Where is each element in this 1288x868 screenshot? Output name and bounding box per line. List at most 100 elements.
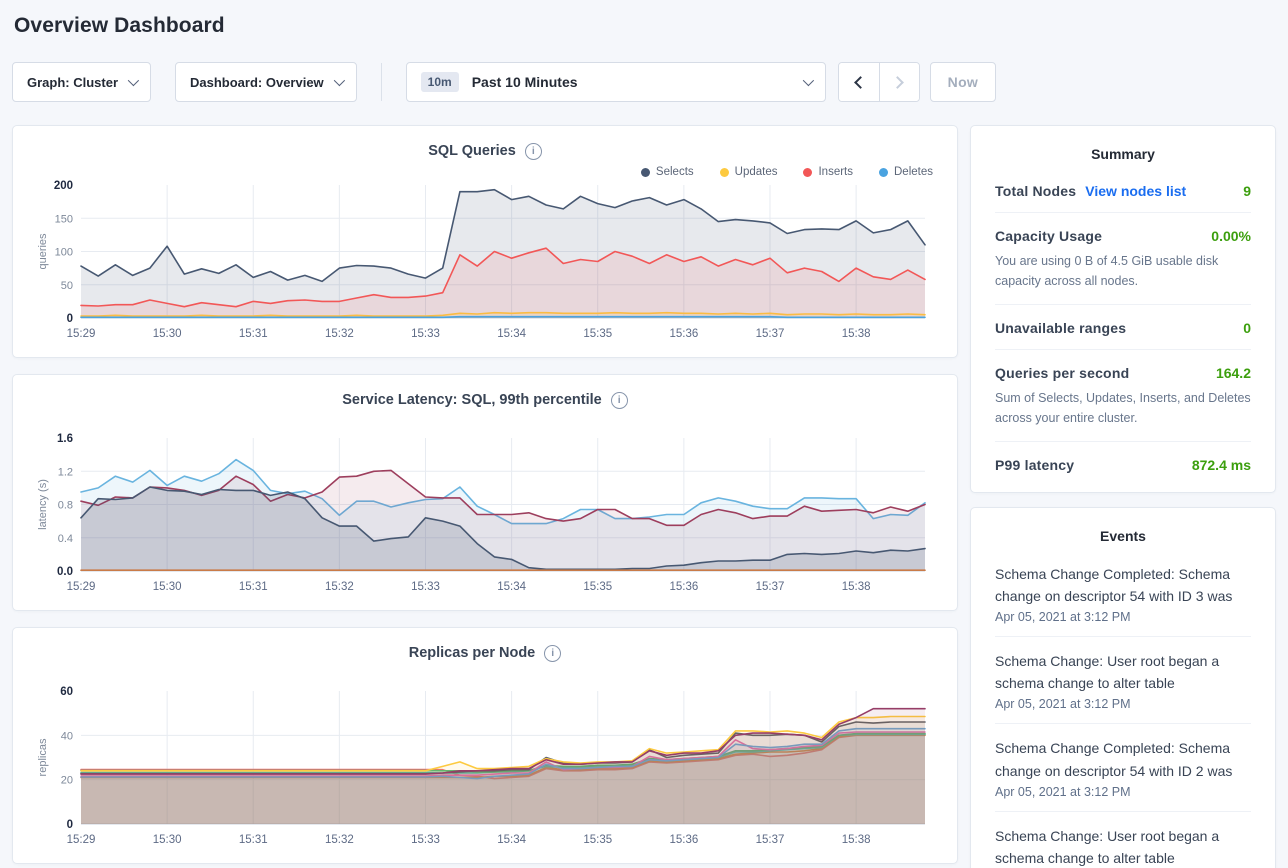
summary-row-unavailable-ranges: Unavailable ranges 0: [995, 304, 1251, 349]
summary-description: Sum of Selects, Updates, Inserts, and De…: [995, 388, 1251, 428]
event-list-item[interactable]: Schema Change Completed: Schema change o…: [995, 550, 1251, 636]
svg-text:40: 40: [61, 730, 73, 742]
svg-text:15:32: 15:32: [325, 834, 354, 846]
svg-text:1.2: 1.2: [58, 466, 73, 478]
svg-text:15:31: 15:31: [239, 328, 268, 340]
summary-title: Summary: [995, 136, 1251, 168]
previous-time-button[interactable]: [839, 63, 879, 101]
page-title: Overview Dashboard: [12, 0, 1276, 38]
svg-text:0.8: 0.8: [58, 500, 73, 512]
time-range-label: Past 10 Minutes: [472, 74, 578, 90]
summary-label: Total Nodes: [995, 183, 1076, 199]
summary-label: Queries per second: [995, 365, 1129, 381]
event-text: Schema Change Completed: Schema change o…: [995, 563, 1251, 607]
svg-text:15:32: 15:32: [325, 581, 354, 593]
view-nodes-list-link[interactable]: View nodes list: [1085, 183, 1186, 199]
svg-text:15:33: 15:33: [411, 581, 440, 593]
legend-label: Selects: [656, 166, 694, 178]
chevron-down-icon: [802, 75, 813, 86]
event-text: Schema Change: User root began a schema …: [995, 650, 1251, 694]
dashboard-dropdown[interactable]: Dashboard: Overview: [175, 62, 357, 102]
event-timestamp: Apr 05, 2021 at 3:12 PM: [995, 610, 1251, 624]
chevron-down-icon: [128, 75, 139, 86]
now-button[interactable]: Now: [930, 62, 996, 102]
svg-text:15:30: 15:30: [153, 834, 182, 846]
legend-dot-icon: [879, 168, 888, 177]
next-time-button[interactable]: [879, 63, 919, 101]
svg-text:20: 20: [61, 775, 73, 787]
replicas-per-node-chart[interactable]: 020406015:2915:3015:3115:3215:3315:3415:…: [33, 686, 933, 848]
svg-text:15:31: 15:31: [239, 581, 268, 593]
svg-text:0: 0: [67, 313, 73, 325]
legend-item-selects[interactable]: Selects: [641, 164, 694, 180]
legend-label: Deletes: [894, 166, 933, 178]
toolbar-divider: [381, 63, 382, 101]
chevron-right-icon: [891, 76, 904, 89]
svg-text:15:31: 15:31: [239, 834, 268, 846]
summary-label: P99 latency: [995, 457, 1074, 473]
svg-text:15:34: 15:34: [497, 328, 526, 340]
event-list-item[interactable]: Schema Change Completed: Schema change o…: [995, 723, 1251, 810]
info-icon[interactable]: i: [611, 392, 628, 409]
svg-text:15:33: 15:33: [411, 834, 440, 846]
legend-item-deletes[interactable]: Deletes: [879, 164, 933, 180]
summary-row-capacity-usage: Capacity Usage 0.00% You are using 0 B o…: [995, 212, 1251, 304]
legend-label: Inserts: [818, 166, 853, 178]
svg-text:15:35: 15:35: [583, 328, 612, 340]
svg-text:15:36: 15:36: [669, 834, 698, 846]
svg-text:15:33: 15:33: [411, 328, 440, 340]
dashboard-dropdown-label: Dashboard: Overview: [190, 75, 324, 90]
svg-text:100: 100: [55, 247, 73, 259]
summary-label: Capacity Usage: [995, 228, 1102, 244]
chevron-down-icon: [333, 75, 344, 86]
svg-text:0.0: 0.0: [57, 566, 73, 578]
event-timestamp: Apr 05, 2021 at 3:12 PM: [995, 697, 1251, 711]
info-icon[interactable]: i: [544, 645, 561, 662]
svg-text:15:29: 15:29: [67, 581, 96, 593]
events-panel: Events Schema Change Completed: Schema c…: [970, 507, 1276, 868]
svg-text:15:36: 15:36: [669, 328, 698, 340]
svg-text:15:30: 15:30: [153, 581, 182, 593]
summary-row-p99-latency: P99 latency 872.4 ms: [995, 441, 1251, 486]
svg-text:15:37: 15:37: [756, 581, 785, 593]
svg-text:15:38: 15:38: [842, 581, 871, 593]
svg-text:200: 200: [54, 180, 73, 192]
charts-column: SQL Queries i Selects Updates Inserts: [12, 125, 958, 868]
graph-dropdown[interactable]: Graph: Cluster: [12, 62, 151, 102]
svg-text:latency (s): latency (s): [37, 479, 49, 530]
svg-text:15:36: 15:36: [669, 581, 698, 593]
overview-dashboard-page: Overview Dashboard Graph: Cluster Dashbo…: [0, 0, 1288, 868]
sql-queries-chart[interactable]: 05010015020015:2915:3015:3115:3215:3315:…: [33, 180, 933, 342]
info-icon[interactable]: i: [525, 143, 542, 160]
chart-legend: Selects Updates Inserts Deletes: [33, 164, 933, 180]
svg-text:15:29: 15:29: [67, 834, 96, 846]
content: SQL Queries i Selects Updates Inserts: [12, 125, 1276, 868]
svg-text:15:38: 15:38: [842, 834, 871, 846]
svg-text:50: 50: [61, 280, 73, 292]
chart-title: SQL Queries: [428, 143, 516, 159]
sql-queries-chart-card: SQL Queries i Selects Updates Inserts: [12, 125, 958, 358]
event-text: Schema Change Completed: Schema change o…: [995, 737, 1251, 781]
legend-dot-icon: [641, 168, 650, 177]
summary-row-queries-per-second: Queries per second 164.2 Sum of Selects,…: [995, 349, 1251, 441]
summary-row-total-nodes: Total Nodes View nodes list 9: [995, 168, 1251, 212]
chevron-left-icon: [854, 76, 867, 89]
summary-panel: Summary Total Nodes View nodes list 9 Ca…: [970, 125, 1276, 493]
service-latency-chart-card: Service Latency: SQL, 99th percentile i …: [12, 374, 958, 611]
event-list-item[interactable]: Schema Change: User root began a schema …: [995, 811, 1251, 868]
event-text: Schema Change: User root began a schema …: [995, 825, 1251, 868]
svg-text:15:37: 15:37: [756, 834, 785, 846]
summary-value: 0: [1243, 320, 1251, 336]
svg-text:0.4: 0.4: [58, 533, 73, 545]
svg-text:15:30: 15:30: [153, 328, 182, 340]
chart-title: Service Latency: SQL, 99th percentile: [342, 392, 602, 408]
time-range-selector[interactable]: 10m Past 10 Minutes: [406, 62, 826, 102]
event-list-item[interactable]: Schema Change: User root began a schema …: [995, 636, 1251, 723]
chart-title: Replicas per Node: [409, 645, 536, 661]
service-latency-chart[interactable]: 0.00.40.81.21.615:2915:3015:3115:3215:33…: [33, 433, 933, 595]
summary-label: Unavailable ranges: [995, 320, 1126, 336]
svg-text:15:38: 15:38: [842, 328, 871, 340]
legend-item-updates[interactable]: Updates: [720, 164, 778, 180]
toolbar: Graph: Cluster Dashboard: Overview 10m P…: [12, 62, 1276, 102]
legend-item-inserts[interactable]: Inserts: [803, 164, 853, 180]
